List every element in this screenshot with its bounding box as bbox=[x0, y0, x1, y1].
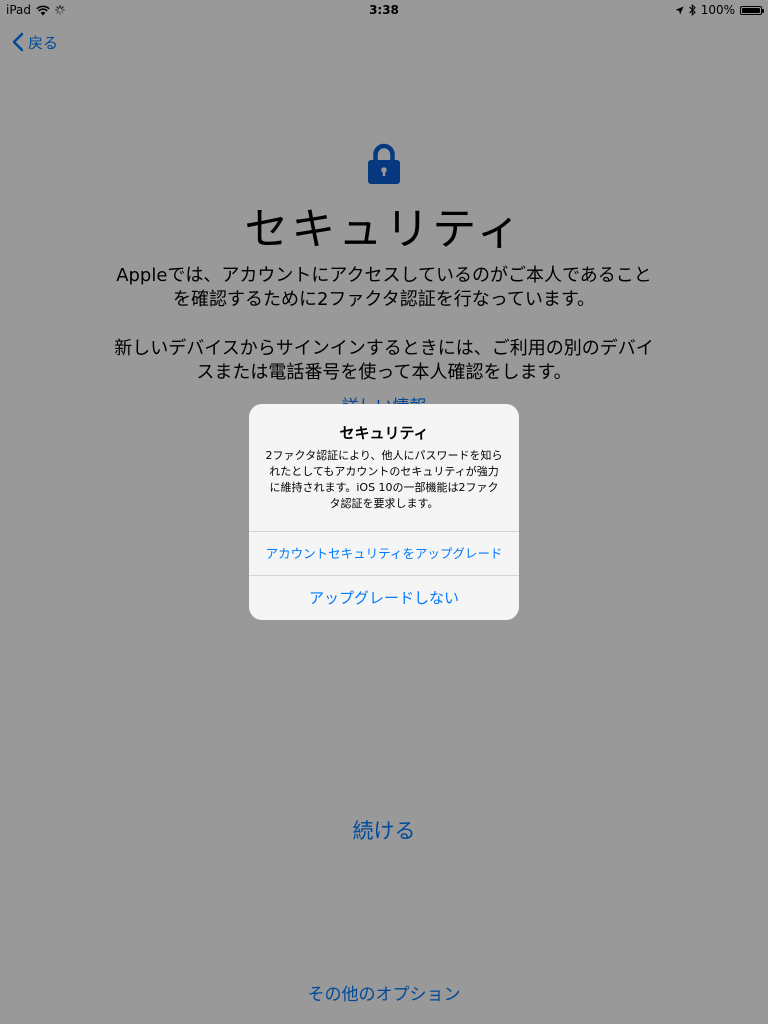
alert-message: 2ファクタ認証により、他人にパスワードを知られたとしてもアカウントのセキュリティ… bbox=[265, 449, 503, 510]
dont-upgrade-button[interactable]: アップグレードしない bbox=[249, 576, 519, 620]
upgrade-security-button[interactable]: アカウントセキュリティをアップグレード bbox=[249, 532, 519, 576]
alert-title: セキュリティ bbox=[339, 424, 429, 442]
